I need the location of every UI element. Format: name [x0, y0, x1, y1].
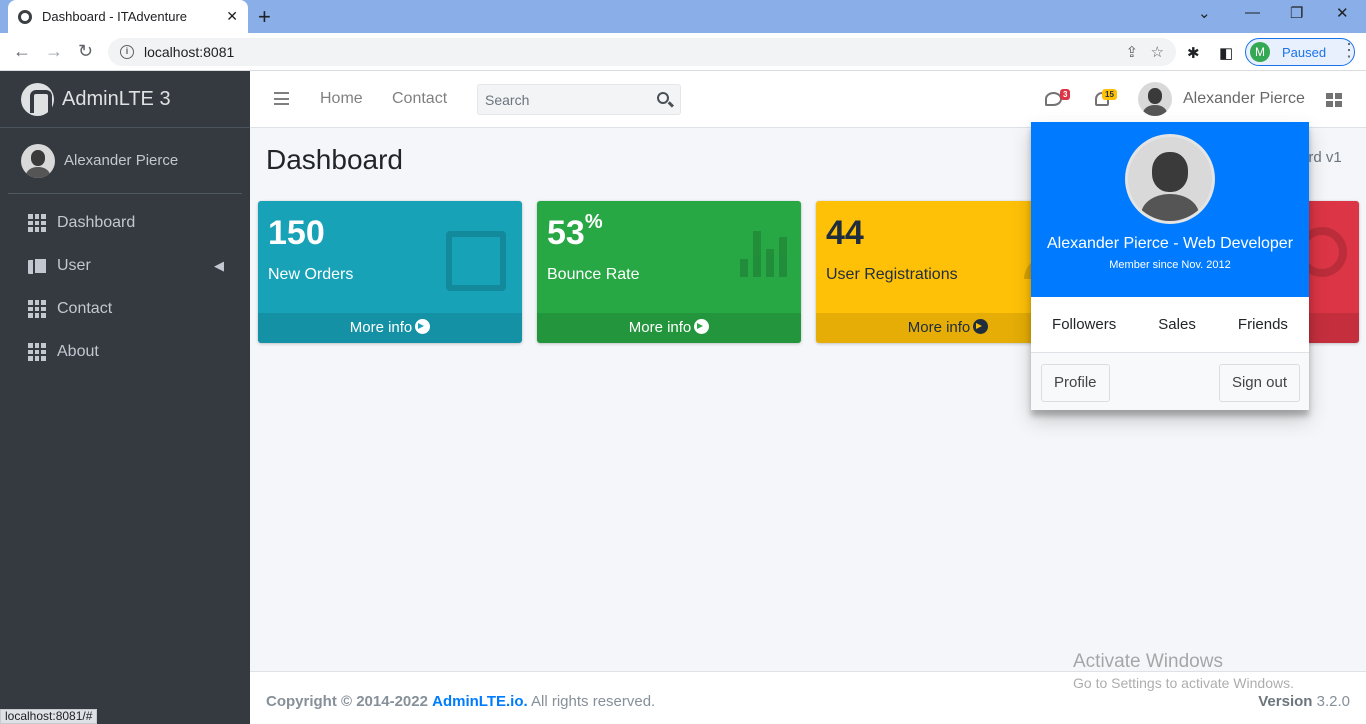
- more-info-link[interactable]: More info: [537, 313, 801, 343]
- followers-link[interactable]: Followers: [1052, 316, 1116, 333]
- sign-out-button[interactable]: Sign out: [1218, 364, 1300, 402]
- profile-status: Paused: [1282, 44, 1327, 60]
- status-bar-url: localhost:8081/#: [0, 709, 98, 724]
- control-sidebar-icon[interactable]: [1326, 93, 1342, 107]
- shopping-bag-icon: [446, 231, 506, 291]
- nav-link-home[interactable]: Home: [320, 90, 363, 108]
- box-value: 53%: [547, 210, 603, 252]
- profile-button[interactable]: M Paused: [1245, 38, 1355, 66]
- browser-tab[interactable]: Dashboard - ITAdventure ✕: [8, 0, 248, 33]
- box-value: 150: [268, 214, 325, 252]
- brand-link[interactable]: AdminLTE 3: [0, 71, 250, 128]
- site-info-icon[interactable]: i: [120, 45, 134, 59]
- user-dropdown: Alexander Pierce - Web Developer Member …: [1031, 122, 1309, 410]
- profile-button[interactable]: Profile: [1041, 364, 1110, 402]
- grid-icon: [28, 300, 46, 318]
- navbar-user-name: Alexander Pierce: [1183, 90, 1305, 107]
- sidebar-item-contact[interactable]: Contact: [8, 288, 242, 330]
- messages-badge: 3: [1060, 89, 1071, 100]
- grid-icon: [28, 343, 46, 361]
- browser-tabstrip: Dashboard - ITAdventure ✕ + ⌄ — ❐ ✕: [0, 0, 1366, 33]
- avatar: [21, 143, 55, 178]
- user-footer: Profile Sign out: [1031, 353, 1309, 410]
- chevron-left-icon: ◀: [214, 258, 224, 273]
- new-tab-icon[interactable]: +: [258, 4, 271, 30]
- menu-toggle-icon[interactable]: [274, 92, 289, 105]
- tab-title: Dashboard - ITAdventure: [42, 9, 187, 24]
- friends-link[interactable]: Friends: [1238, 316, 1288, 333]
- profile-avatar: M: [1250, 42, 1270, 62]
- sales-link[interactable]: Sales: [1158, 316, 1196, 333]
- sidebar-item-label: Contact: [57, 300, 113, 317]
- sidebar-user-name: Alexander Pierce: [64, 152, 179, 169]
- address-bar: ← → ↻ i localhost:8081 ⇪ ☆ ✱ ◧ M Paused: [0, 33, 1366, 71]
- window-close-icon[interactable]: ✕: [1336, 4, 1349, 22]
- page-title: Dashboard: [266, 144, 403, 175]
- avatar: [1125, 134, 1215, 224]
- box-label: Bounce Rate: [547, 266, 640, 283]
- sidebar-item-label: About: [57, 343, 99, 360]
- user-body: Followers Sales Friends: [1031, 297, 1309, 353]
- back-icon[interactable]: ←: [13, 41, 31, 62]
- notifications-badge: 15: [1102, 89, 1117, 100]
- box-label: User Registrations: [826, 266, 958, 283]
- user-title: Alexander Pierce - Web Developer: [1046, 235, 1294, 252]
- member-since: Member since Nov. 2012: [1109, 259, 1231, 271]
- url-text: localhost:8081: [144, 44, 235, 60]
- tab-search-icon[interactable]: ⌄: [1198, 4, 1211, 22]
- adminlte-logo: [21, 82, 54, 116]
- more-info-link[interactable]: More info: [258, 313, 522, 343]
- avatar: [1138, 82, 1172, 116]
- sidebar-item-user[interactable]: User ◀: [8, 245, 242, 287]
- extensions-icon[interactable]: ✱: [1187, 44, 1200, 62]
- search-input[interactable]: [478, 91, 648, 108]
- activate-windows-watermark: Activate Windows Go to Settings to activ…: [1073, 651, 1294, 691]
- sidebar-item-about[interactable]: About: [8, 331, 242, 373]
- navbar-search: [477, 84, 681, 115]
- restore-icon[interactable]: ❐: [1290, 4, 1303, 22]
- minimize-icon[interactable]: —: [1245, 4, 1260, 21]
- browser-menu-icon[interactable]: ⋮: [1340, 40, 1358, 61]
- bounce-rate-box: 53% Bounce Rate More info: [537, 201, 801, 343]
- sidebar-item-label: Dashboard: [57, 214, 136, 231]
- url-field[interactable]: i localhost:8081 ⇪ ☆: [108, 38, 1176, 66]
- user-header: Alexander Pierce - Web Developer Member …: [1031, 122, 1309, 297]
- arrow-circle-right-icon: [694, 319, 710, 334]
- forward-icon[interactable]: →: [45, 41, 63, 62]
- adminlte-link[interactable]: AdminLTE.io.: [432, 693, 528, 710]
- nav-link-contact[interactable]: Contact: [392, 90, 447, 108]
- bar-chart-icon: [740, 231, 787, 277]
- copyright: Copyright © 2014-2022 AdminLTE.io. All r…: [266, 693, 656, 710]
- copy-icon: [28, 257, 48, 275]
- box-label: New Orders: [268, 266, 354, 283]
- grid-icon: [28, 214, 46, 232]
- globe-icon: [18, 9, 32, 24]
- search-icon[interactable]: [657, 92, 669, 104]
- share-bookmark-icons[interactable]: ⇪ ☆: [1125, 43, 1164, 61]
- top-navbar: Home Contact 3 15 Alexander Pierce: [250, 71, 1366, 128]
- user-menu[interactable]: Alexander Pierce: [1138, 82, 1305, 116]
- box-value: 44: [826, 214, 864, 252]
- sidebar-item-label: User: [57, 257, 91, 274]
- sidebar-item-dashboard[interactable]: Dashboard: [8, 202, 242, 244]
- arrow-circle-right-icon: [973, 319, 989, 334]
- version: Version 3.2.0: [1258, 693, 1350, 710]
- arrow-circle-right-icon: [415, 319, 431, 334]
- sidebar-user-panel[interactable]: Alexander Pierce: [8, 128, 242, 194]
- close-tab-icon[interactable]: ✕: [226, 8, 238, 25]
- reload-icon[interactable]: ↻: [78, 41, 93, 62]
- sidebar-menu: Dashboard User ◀ Contact About: [0, 202, 250, 373]
- brand-text: AdminLTE 3: [62, 87, 171, 110]
- side-panel-icon[interactable]: ◧: [1219, 44, 1233, 62]
- main-sidebar: AdminLTE 3 Alexander Pierce Dashboard Us…: [0, 71, 250, 724]
- new-orders-box: 150 New Orders More info: [258, 201, 522, 343]
